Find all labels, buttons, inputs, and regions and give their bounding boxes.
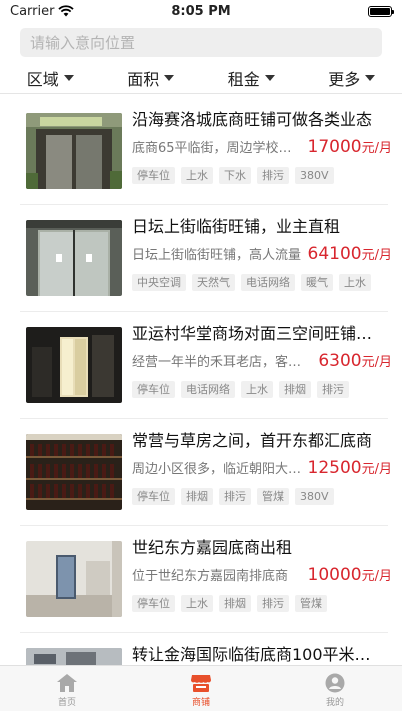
listing-item[interactable]: 亚运村华堂商场对面三空间旺铺转让 经营一年半的禾耳老店，客源稳定 6300元/月… — [20, 312, 392, 419]
listing-item[interactable]: 日坛上街临街旺铺，业主直租 日坛上街临街旺铺，高人流量 64100元/月 中央空… — [20, 205, 392, 312]
shop-icon — [191, 675, 211, 692]
caret-down-icon — [63, 74, 74, 81]
tag-list: 停车位 上水 排烟 排污 管煤 — [132, 595, 386, 612]
filter-size-dropdown[interactable]: 面积 — [101, 66, 202, 90]
tab-home[interactable]: 首页 — [0, 666, 134, 711]
tab-label: 首页 — [57, 698, 76, 708]
battery-icon — [368, 5, 394, 17]
listing-title: 亚运村华堂商场对面三空间旺铺转让 — [132, 324, 386, 343]
listing-title: 世纪东方嘉园底商出租 — [132, 538, 293, 557]
filter-label: 租金 — [227, 69, 260, 89]
tag: 排烟 — [279, 381, 311, 398]
listing-photo — [26, 113, 122, 189]
listing-photo — [26, 541, 122, 617]
tag: 电话网络 — [181, 381, 235, 398]
listing-item[interactable]: 转让金海国际临街底商100平米空铺 — [20, 633, 388, 665]
tag: 380V — [295, 167, 334, 184]
price-value: 64100 — [307, 244, 362, 264]
tag: 上水 — [181, 595, 213, 612]
filter-label: 更多 — [328, 69, 361, 89]
tag: 排污 — [219, 488, 251, 505]
listing-price: 6300元/月 — [318, 350, 392, 374]
price-unit: 元/月 — [361, 462, 392, 477]
listing-title: 转让金海国际临街底商100平米空铺 — [132, 645, 386, 664]
listing-description: 位于世纪东方嘉园南排底商 — [132, 569, 289, 584]
tag: 中央空调 — [132, 274, 186, 291]
tag: 下水 — [219, 167, 251, 184]
status-bar: Carrier 8:05 PM — [0, 0, 402, 22]
user-icon — [325, 673, 345, 693]
tag: 停车位 — [132, 595, 175, 612]
listing-description: 周边小区很多，临近朝阳大悦城 — [132, 462, 302, 477]
listing-item[interactable]: 沿海赛洛城底商旺铺可做各类业态 底商65平临街，周边学校、小区 17000元/月… — [20, 98, 392, 205]
listing-description: 日坛上街临街旺铺，高人流量 — [132, 248, 302, 263]
tag: 暖气 — [301, 274, 333, 291]
price-unit: 元/月 — [361, 569, 392, 584]
listing-photo — [26, 220, 122, 296]
tab-label: 我的 — [325, 698, 344, 708]
tag: 停车位 — [132, 381, 175, 398]
listing-title: 沿海赛洛城底商旺铺可做各类业态 — [132, 110, 373, 129]
listing-price: 12500元/月 — [308, 457, 392, 481]
tag: 排污 — [257, 595, 289, 612]
filter-more-dropdown[interactable]: 更多 — [302, 66, 402, 90]
listing-item[interactable]: 世纪东方嘉园底商出租 位于世纪东方嘉园南排底商 10000元/月 停车位 上水 … — [20, 526, 392, 633]
filter-label: 区域 — [26, 69, 59, 89]
tag: 管煤 — [295, 595, 327, 612]
listing-title: 常营与草房之间，首开东都汇底商 — [132, 431, 373, 450]
filter-rent-dropdown[interactable]: 租金 — [201, 66, 302, 90]
price-value: 10000 — [307, 565, 362, 585]
tag: 管煤 — [257, 488, 289, 505]
caret-down-icon — [365, 74, 376, 81]
listing-description: 经营一年半的禾耳老店，客源稳定 — [132, 355, 302, 370]
filter-area-dropdown[interactable]: 区域 — [0, 66, 101, 90]
price-unit: 元/月 — [361, 355, 392, 370]
price-unit: 元/月 — [361, 248, 392, 263]
tag-list: 停车位 排烟 排污 管煤 380V — [132, 488, 386, 505]
price-value: 6300 — [318, 351, 362, 371]
listing-photo — [26, 327, 122, 403]
search-input[interactable] — [30, 33, 372, 52]
tag: 排烟 — [219, 595, 251, 612]
tag-list: 停车位 电话网络 上水 排烟 排污 — [132, 381, 386, 398]
listing-item[interactable]: 常营与草房之间，首开东都汇底商 周边小区很多，临近朝阳大悦城 12500元/月 … — [20, 419, 392, 526]
tag-list: 停车位 上水 下水 排污 380V — [132, 167, 386, 184]
listing-photo — [26, 648, 122, 665]
tag: 天然气 — [192, 274, 235, 291]
listing-title: 日坛上街临街旺铺，业主直租 — [132, 217, 341, 236]
price-value: 17000 — [307, 137, 362, 157]
clock: 8:05 PM — [171, 3, 231, 19]
tab-label: 商铺 — [191, 698, 210, 708]
tab-profile[interactable]: 我的 — [268, 666, 402, 711]
listing-photo — [26, 434, 122, 510]
price-unit: 元/月 — [361, 141, 392, 156]
filter-label: 面积 — [127, 69, 160, 89]
listing-list: 沿海赛洛城底商旺铺可做各类业态 底商65平临街，周边学校、小区 17000元/月… — [0, 98, 402, 665]
listing-price: 64100元/月 — [308, 243, 392, 267]
tag: 电话网络 — [241, 274, 295, 291]
search-bar[interactable] — [20, 28, 382, 57]
tag: 上水 — [339, 274, 371, 291]
tag-list: 中央空调 天然气 电话网络 暖气 上水 — [132, 274, 386, 291]
listing-description: 底商65平临街，周边学校、小区 — [132, 141, 302, 156]
tab-bar: 首页 商铺 我的 — [0, 665, 402, 711]
tag: 上水 — [241, 381, 273, 398]
tag: 排污 — [257, 167, 289, 184]
tag: 380V — [295, 488, 334, 505]
home-icon — [57, 674, 77, 692]
tag: 停车位 — [132, 167, 175, 184]
caret-down-icon — [164, 74, 175, 81]
price-value: 12500 — [307, 458, 362, 478]
tag: 停车位 — [132, 488, 175, 505]
tag: 排烟 — [181, 488, 213, 505]
tag: 上水 — [181, 167, 213, 184]
tag: 排污 — [317, 381, 349, 398]
listing-price: 17000元/月 — [308, 136, 392, 160]
caret-down-icon — [264, 74, 275, 81]
tab-shops[interactable]: 商铺 — [134, 666, 268, 711]
listing-price: 10000元/月 — [308, 564, 392, 588]
filter-bar: 区域 面积 租金 更多 — [0, 62, 402, 94]
